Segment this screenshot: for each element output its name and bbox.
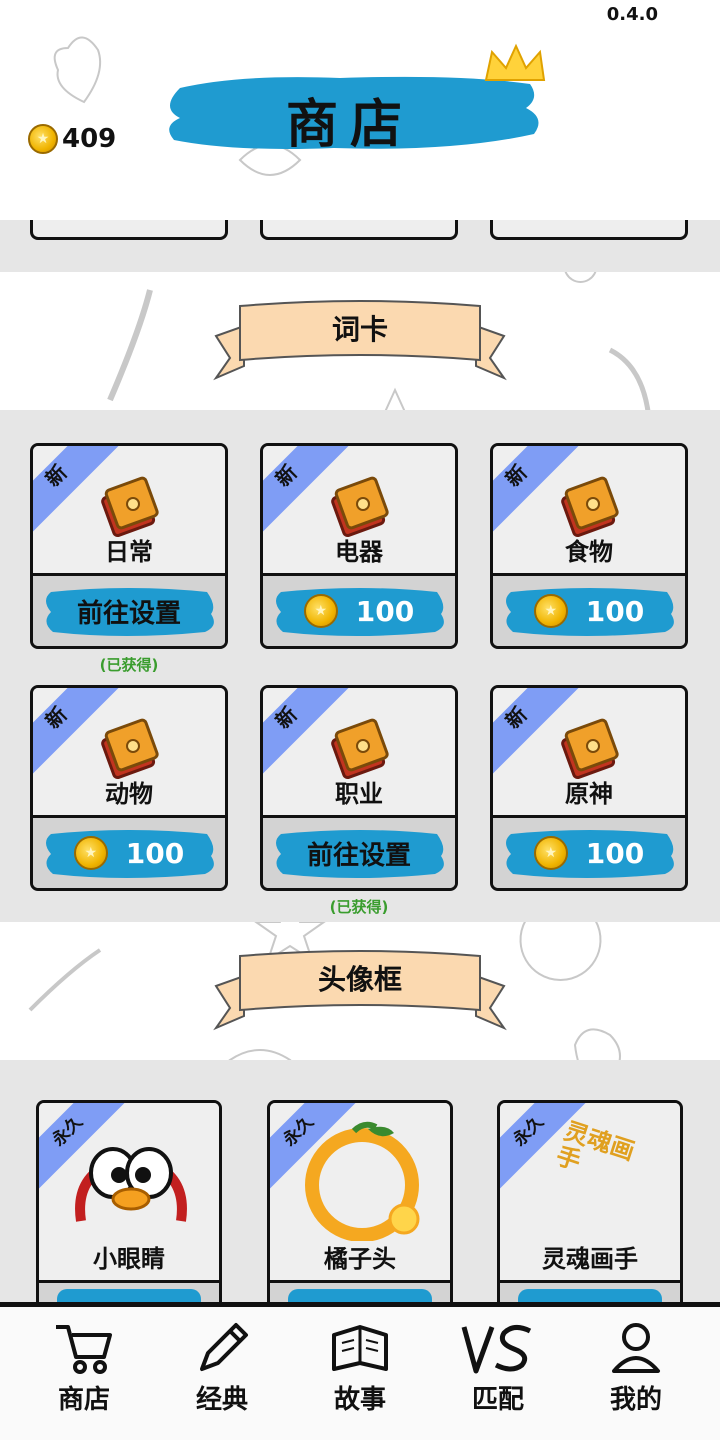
word-book-icon	[561, 718, 619, 780]
soul-painter-frame-art: 灵魂画手	[552, 1116, 638, 1176]
coin-icon: ★	[28, 124, 58, 154]
avatar-frame-card-small-eyes[interactable]: 永久 小眼睛	[36, 1100, 222, 1320]
pencil-icon	[200, 1323, 248, 1371]
word-book-icon	[331, 718, 389, 780]
coin-icon: ★	[303, 594, 338, 628]
coin-balance: ★ 409	[28, 124, 116, 154]
word-book-icon	[101, 476, 159, 538]
coin-icon: ★	[73, 836, 108, 870]
price-label: 100	[355, 594, 415, 628]
go-to-settings-button[interactable]: 前往设置	[43, 586, 215, 636]
nav-item-match[interactable]: 匹配	[438, 1321, 558, 1416]
card-label: 职业	[335, 780, 383, 808]
word-book-icon	[331, 476, 389, 538]
avatar-frame-card-orange-head[interactable]: 永久 橘子头	[267, 1100, 453, 1320]
version-label: 0.4.0	[606, 4, 658, 25]
word-book-icon	[101, 718, 159, 780]
nav-label: 我的	[609, 1385, 662, 1415]
word-card-appliance[interactable]: 新 电器 ★ 100	[260, 443, 458, 649]
nav-label: 匹配	[471, 1385, 524, 1415]
price-label: 100	[585, 836, 645, 870]
previous-card-stub-1	[30, 220, 228, 240]
nav-item-classic[interactable]: 经典	[162, 1321, 282, 1416]
person-icon	[612, 1323, 660, 1373]
page-title-text: 商店	[285, 94, 414, 155]
word-book-icon	[561, 476, 619, 538]
page-title: 商店	[160, 43, 546, 170]
card-label: 日常	[105, 538, 153, 566]
nav-label: 经典	[195, 1385, 248, 1415]
go-to-settings-label: 前往设置	[76, 598, 181, 629]
nav-label: 商店	[57, 1385, 110, 1415]
eyes-frame-icon	[75, 1147, 187, 1222]
cart-icon	[56, 1325, 112, 1374]
owned-note: (已获得)	[329, 898, 389, 916]
previous-card-stub-3	[490, 220, 688, 240]
book-icon	[332, 1325, 388, 1371]
card-label: 灵魂画手	[542, 1245, 638, 1273]
card-label: 电器	[335, 538, 383, 566]
vs-icon	[461, 1325, 532, 1374]
word-card-animal[interactable]: 新 动物 ★ 100	[30, 685, 228, 891]
buy-button[interactable]: ★ 100	[503, 828, 675, 878]
orange-frame-icon	[305, 1121, 420, 1241]
nav-item-shop[interactable]: 商店	[24, 1321, 144, 1416]
ribbon-label: 词卡	[331, 313, 388, 346]
owned-note: (已获得)	[99, 656, 159, 674]
coin-balance-value: 409	[62, 124, 117, 154]
coin-icon: ★	[533, 594, 568, 628]
go-to-settings-button[interactable]: 前往设置	[273, 828, 445, 878]
section-ribbon-word-cards: 词卡	[212, 296, 508, 388]
card-label: 橘子头	[324, 1245, 396, 1273]
price-label: 100	[125, 836, 185, 870]
card-label: 小眼睛	[93, 1245, 165, 1273]
word-card-job[interactable]: 新 职业 前往设置	[260, 685, 458, 891]
previous-card-stub-2	[260, 220, 458, 240]
buy-button[interactable]: ★ 100	[273, 586, 445, 636]
go-to-settings-label: 前往设置	[306, 840, 411, 871]
word-card-food[interactable]: 新 食物 ★ 100	[490, 443, 688, 649]
card-label: 原神	[565, 780, 613, 808]
buy-button[interactable]: ★ 100	[503, 586, 675, 636]
nav-label: 故事	[333, 1385, 386, 1415]
word-card-daily[interactable]: 新 日常 前往设置	[30, 443, 228, 649]
coin-icon: ★	[533, 836, 568, 870]
buy-button[interactable]: ★ 100	[43, 828, 215, 878]
nav-item-me[interactable]: 我的	[576, 1321, 696, 1416]
section-ribbon-avatar-frames: 头像框	[212, 946, 508, 1038]
bottom-nav: 商店 经典 故事 匹配 我的	[0, 1302, 720, 1440]
price-label: 100	[585, 594, 645, 628]
card-label: 动物	[105, 780, 153, 808]
ribbon-label: 头像框	[317, 963, 402, 996]
avatar-frame-card-soul-painter[interactable]: 永久 灵魂画手 灵魂画手	[497, 1100, 683, 1320]
nav-item-story[interactable]: 故事	[300, 1321, 420, 1416]
card-label: 食物	[565, 538, 613, 566]
word-card-genshin[interactable]: 新 原神 ★ 100	[490, 685, 688, 891]
